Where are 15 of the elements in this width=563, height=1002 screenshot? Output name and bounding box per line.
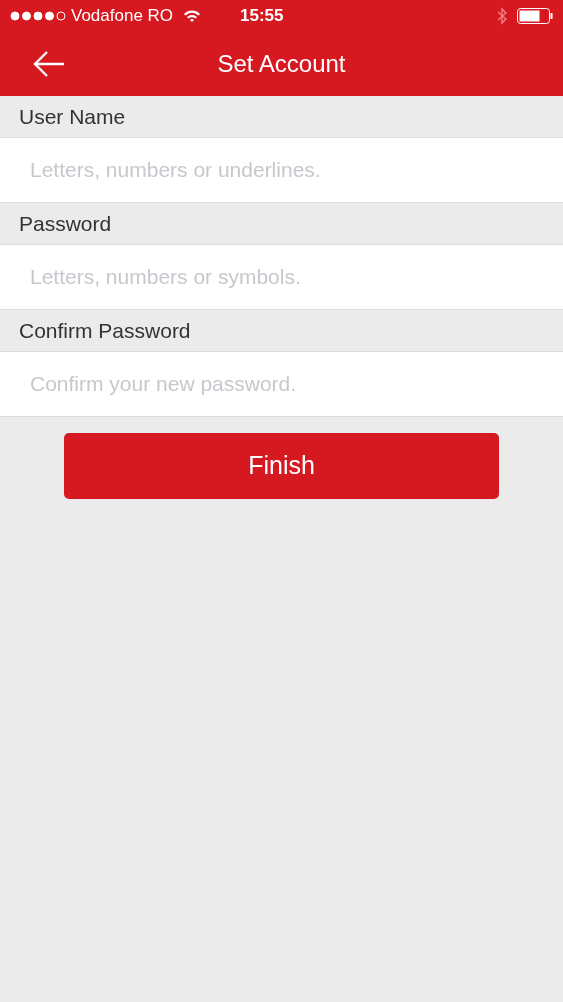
clock-time: 15:55	[240, 5, 284, 28]
screen-title: Set Account	[217, 49, 346, 79]
signal-icon	[10, 11, 66, 21]
back-arrow-icon	[32, 50, 66, 78]
field-label: Confirm Password	[19, 317, 191, 344]
input-field[interactable]: Letters, numbers or symbols.	[0, 245, 563, 310]
wifi-icon	[183, 9, 202, 23]
bluetooth-icon	[497, 7, 507, 25]
finish-button[interactable]: Finish	[64, 433, 499, 499]
input-field[interactable]: Letters, numbers or underlines.	[0, 138, 563, 203]
input-field[interactable]: Confirm your new password.	[0, 352, 563, 417]
battery-icon	[517, 8, 553, 24]
field-label: Password	[19, 210, 112, 237]
field-label: User Name	[19, 103, 126, 130]
carrier-name: Vodafone RO	[71, 5, 174, 28]
